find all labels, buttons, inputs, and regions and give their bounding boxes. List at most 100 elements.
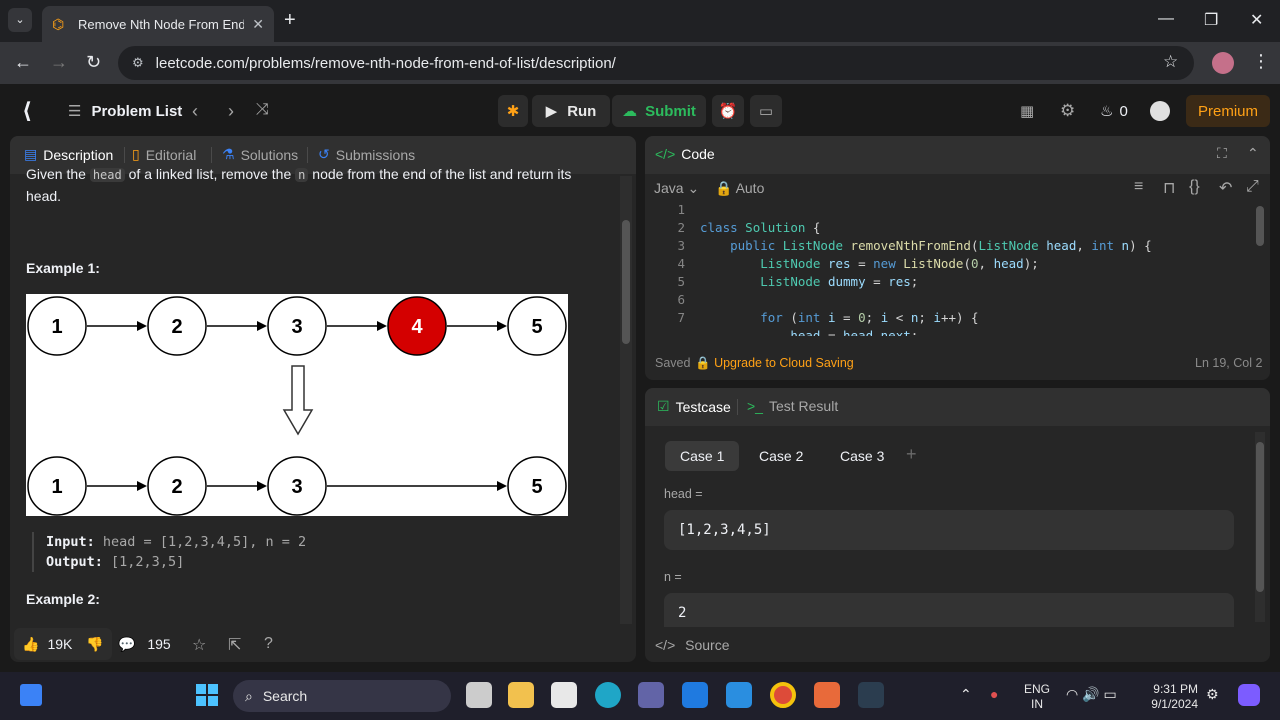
comments-button[interactable]: 💬 195 — [118, 636, 171, 653]
code-brackets-icon: </> — [655, 637, 676, 653]
node-label: 2 — [171, 476, 182, 498]
task-view-icon[interactable] — [466, 682, 492, 708]
fullscreen-icon[interactable]: ⛶ — [1217, 145, 1227, 162]
widgets-icon[interactable] — [20, 684, 42, 706]
lang-line-1: ENG — [1024, 682, 1051, 696]
close-tab-icon[interactable]: ✕ — [252, 16, 264, 33]
notification-icon[interactable]: ⚙ — [1206, 686, 1219, 703]
case-1-tab[interactable]: Case 1 — [665, 441, 740, 471]
reset-icon[interactable]: ↶ — [1219, 178, 1232, 198]
tray-network-icon[interactable]: ● — [990, 686, 998, 702]
notes-button[interactable]: ▭ — [750, 95, 782, 127]
browser-tab[interactable]: ⌬ Remove Nth Node From End of ✕ — [42, 6, 274, 42]
edge-browser-icon[interactable] — [595, 682, 621, 708]
tab-editorial[interactable]: ▯ Editorial — [132, 146, 196, 163]
clock[interactable]: 9:31 PM 9/1/2024 — [1146, 682, 1198, 712]
upgrade-cloud-link[interactable]: 🔒 Upgrade to Cloud Saving — [695, 356, 854, 371]
statement-part: Given the — [26, 166, 86, 182]
tab-search-button[interactable]: ⌄ — [8, 8, 32, 32]
code-editor[interactable]: 1 2 3 4 5 6 7 class Solution { public ListNode… — [645, 200, 1257, 336]
profile-avatar[interactable] — [1212, 52, 1234, 74]
copilot-icon[interactable] — [1238, 684, 1260, 706]
like-button[interactable]: 👍 19K 👎 — [14, 628, 112, 660]
format-icon[interactable]: ≡ — [1134, 178, 1143, 196]
mail-icon[interactable] — [682, 682, 708, 708]
forward-arrow-icon[interactable]: → — [50, 52, 68, 73]
new-tab-button[interactable]: + — [284, 9, 296, 32]
language-indicator[interactable]: ENG IN — [1024, 682, 1050, 712]
teams-icon[interactable] — [638, 682, 664, 708]
powerpoint-icon[interactable] — [814, 682, 840, 708]
file-explorer-icon[interactable] — [508, 682, 534, 708]
tray-chevron-icon[interactable]: ⌃ — [960, 686, 972, 703]
statement-part: head. — [26, 188, 62, 204]
streak-counter[interactable]: ♨ 0 — [1100, 102, 1128, 121]
leetcode-logo-icon[interactable]: ⟨ — [22, 98, 32, 124]
shuffle-icon[interactable]: ⤨ — [256, 101, 269, 119]
site-info-icon[interactable]: ⚙ — [132, 55, 144, 71]
premium-button[interactable]: Premium — [1186, 95, 1270, 127]
n-input[interactable]: 2 — [664, 593, 1234, 627]
help-icon[interactable]: ? — [264, 635, 273, 653]
collapse-icon[interactable]: ⌃ — [1247, 145, 1259, 162]
taskbar-search-box[interactable]: ⌕ Search — [233, 680, 451, 712]
language-select[interactable]: Java ⌄ — [654, 180, 699, 197]
scrollbar-thumb[interactable] — [1256, 442, 1264, 592]
microsoft-store-icon[interactable] — [551, 682, 577, 708]
tab-solutions[interactable]: ⚗ Solutions — [222, 146, 298, 163]
minimize-icon[interactable]: — — [1158, 10, 1174, 28]
timer-button[interactable]: ⏰ — [712, 95, 744, 127]
output-value: [1,2,3,5] — [111, 554, 185, 570]
tab-description[interactable]: ▤ Description — [24, 146, 113, 163]
description-panel: ▤ Description ▯ Editorial ⚗ Solutions ↺ … — [10, 136, 636, 662]
bookmark-icon[interactable]: ⊓ — [1163, 178, 1175, 198]
add-case-icon[interactable]: + — [906, 444, 917, 465]
run-button[interactable]: ▶ Run — [532, 95, 610, 127]
wifi-volume-battery[interactable]: ◠ 🔊 ▭ — [1066, 686, 1117, 703]
testcase-scrollbar[interactable] — [1255, 432, 1265, 622]
start-windows-icon[interactable] — [196, 684, 218, 706]
code-line: head = head.next; — [790, 328, 919, 336]
expand-icon[interactable]: ⤢ — [1246, 178, 1259, 196]
thumbs-down-icon[interactable]: 👎 — [86, 636, 103, 653]
restore-icon[interactable]: ❐ — [1204, 10, 1218, 30]
user-avatar[interactable] — [1150, 101, 1170, 121]
auto-mode[interactable]: 🔒 Auto — [715, 180, 764, 197]
share-icon[interactable]: ⇱ — [228, 635, 241, 655]
settings-gear-icon[interactable]: ⚙ — [1060, 101, 1075, 121]
lock-icon: 🔒 — [715, 180, 733, 196]
head-input[interactable]: [1,2,3,4,5] — [664, 510, 1234, 550]
code-scrollbar[interactable] — [1256, 206, 1264, 246]
description-scrollbar[interactable] — [620, 176, 632, 624]
code-panel: </> Code ⛶ ⌃ Java ⌄ 🔒 Auto ≡ ⊓ {} ↶ ⤢ 1 2… — [645, 136, 1270, 380]
problem-list-button[interactable]: ☰ Problem List — [68, 102, 182, 121]
next-problem-icon[interactable]: › — [228, 101, 234, 122]
case-2-tab[interactable]: Case 2 — [744, 441, 818, 471]
braces-icon[interactable]: {} — [1189, 178, 1200, 196]
terminal-app-icon[interactable] — [858, 682, 884, 708]
case-3-tab[interactable]: Case 3 — [825, 441, 899, 471]
reload-icon[interactable]: ↻ — [86, 52, 101, 73]
todo-icon[interactable] — [726, 682, 752, 708]
tab-testcase[interactable]: ☑ Testcase — [657, 398, 731, 415]
submit-button[interactable]: ☁ Submit — [612, 95, 706, 127]
url-omnibox[interactable]: ⚙ leetcode.com/problems/remove-nth-node-… — [118, 46, 1194, 80]
browser-menu-icon[interactable]: ⋮ — [1252, 51, 1270, 72]
layout-icon[interactable]: ▦ — [1020, 102, 1034, 120]
tab-submissions[interactable]: ↺ Submissions — [318, 146, 415, 163]
bookmark-star-icon[interactable]: ☆ — [1163, 52, 1178, 72]
source-toggle[interactable]: </> Source — [655, 637, 730, 653]
back-arrow-icon[interactable]: ← — [14, 52, 32, 73]
input-label: Input: — [46, 534, 95, 550]
chrome-icon[interactable] — [770, 682, 796, 708]
node-label: 5 — [531, 316, 542, 338]
close-window-icon[interactable]: ✕ — [1250, 10, 1263, 30]
prev-problem-icon[interactable]: ‹ — [192, 101, 198, 122]
tab-divider — [124, 147, 125, 163]
editor-toolbar: Java ⌄ 🔒 Auto ≡ ⊓ {} ↶ ⤢ — [645, 174, 1270, 202]
debug-button[interactable]: ✱ — [498, 95, 528, 127]
favorite-star-icon[interactable]: ☆ — [192, 635, 206, 655]
scrollbar-thumb[interactable] — [622, 220, 630, 344]
tab-test-result[interactable]: >_ Test Result — [747, 398, 838, 414]
clock-time: 9:31 PM — [1153, 682, 1198, 696]
